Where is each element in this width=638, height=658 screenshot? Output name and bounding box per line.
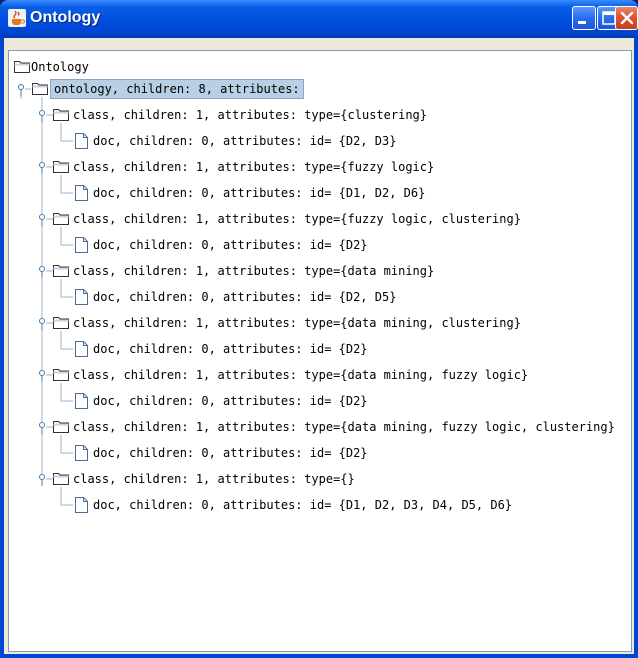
doc-node-label: doc, children: 0, attributes: id= {D2}	[93, 238, 368, 252]
close-button[interactable]	[615, 6, 638, 30]
tree-root-label: Ontology	[31, 60, 89, 74]
tree-doc-row[interactable]: doc, children: 0, attributes: id= {D2}	[9, 235, 629, 255]
folder-icon	[53, 109, 69, 121]
window-title: Ontology	[30, 9, 101, 26]
expand-handle-icon[interactable]	[38, 265, 48, 279]
folder-icon	[32, 83, 48, 95]
document-icon	[75, 445, 88, 461]
title-bar[interactable]: Ontology	[0, 0, 638, 38]
class-node-label: class, children: 1, attributes: type={da…	[73, 264, 435, 278]
folder-icon	[53, 369, 69, 381]
document-icon	[75, 289, 88, 305]
java-coffee-icon	[8, 9, 26, 27]
tree-doc-row[interactable]: doc, children: 0, attributes: id= {D2, D…	[9, 287, 629, 307]
folder-icon	[53, 317, 69, 329]
doc-node-label: doc, children: 0, attributes: id= {D1, D…	[93, 186, 426, 200]
tree-class-row[interactable]: class, children: 1, attributes: type={da…	[9, 417, 629, 437]
expand-handle-icon[interactable]	[38, 213, 48, 227]
doc-node-label: doc, children: 0, attributes: id= {D1, D…	[93, 498, 513, 512]
folder-icon	[53, 473, 69, 485]
document-icon	[75, 237, 88, 253]
tree-root-row[interactable]: Ontology	[9, 57, 629, 77]
ontology-tree[interactable]: Ontology ontology, children: 8, attribut…	[9, 51, 631, 651]
tree-class-row[interactable]: class, children: 1, attributes: type={da…	[9, 261, 629, 281]
document-icon	[75, 341, 88, 357]
expand-handle-icon[interactable]	[38, 161, 48, 175]
class-node-label: class, children: 1, attributes: type={da…	[73, 420, 615, 434]
expand-handle-icon[interactable]	[38, 473, 48, 487]
folder-icon	[53, 213, 69, 225]
document-icon	[75, 393, 88, 409]
expand-handle-icon[interactable]	[38, 369, 48, 383]
tree-class-row[interactable]: class, children: 1, attributes: type={cl…	[9, 105, 629, 125]
folder-icon	[14, 61, 30, 73]
ontology-window: Ontology Ontology ontology, children: 8,…	[0, 0, 638, 658]
close-icon	[620, 11, 634, 25]
doc-node-label: doc, children: 0, attributes: id= {D2}	[93, 446, 368, 460]
doc-node-label: doc, children: 0, attributes: id= {D2, D…	[93, 134, 397, 148]
class-node-label: class, children: 1, attributes: type={da…	[73, 368, 529, 382]
class-node-label: class, children: 1, attributes: type={cl…	[73, 108, 428, 122]
class-node-label: class, children: 1, attributes: type={da…	[73, 316, 521, 330]
class-node-label: class, children: 1, attributes: type={fu…	[73, 160, 435, 174]
tree-doc-row[interactable]: doc, children: 0, attributes: id= {D1, D…	[9, 183, 629, 203]
minimize-button[interactable]	[572, 6, 596, 30]
tree-doc-row[interactable]: doc, children: 0, attributes: id= {D2}	[9, 443, 629, 463]
doc-node-label: doc, children: 0, attributes: id= {D2, D…	[93, 290, 397, 304]
expand-handle-icon[interactable]	[38, 421, 48, 435]
document-icon	[75, 133, 88, 149]
ontology-node-label: ontology, children: 8, attributes:	[50, 79, 304, 99]
expand-handle-icon[interactable]	[38, 109, 48, 123]
folder-icon	[53, 421, 69, 433]
tree-ontology-row[interactable]: ontology, children: 8, attributes:	[9, 79, 629, 99]
tree-doc-row[interactable]: doc, children: 0, attributes: id= {D2}	[9, 391, 629, 411]
tree-doc-row[interactable]: doc, children: 0, attributes: id= {D2}	[9, 339, 629, 359]
tree-class-row[interactable]: class, children: 1, attributes: type={da…	[9, 365, 629, 385]
doc-node-label: doc, children: 0, attributes: id= {D2}	[93, 342, 368, 356]
tree-class-row[interactable]: class, children: 1, attributes: type={}	[9, 469, 629, 489]
tree-class-row[interactable]: class, children: 1, attributes: type={fu…	[9, 157, 629, 177]
tree-class-row[interactable]: class, children: 1, attributes: type={fu…	[9, 209, 629, 229]
minimize-icon	[578, 21, 586, 24]
class-node-label: class, children: 1, attributes: type={fu…	[73, 212, 521, 226]
tree-class-row[interactable]: class, children: 1, attributes: type={da…	[9, 313, 629, 333]
document-icon	[75, 497, 88, 513]
class-node-label: class, children: 1, attributes: type={}	[73, 472, 355, 486]
expand-handle-icon[interactable]	[17, 83, 27, 97]
document-icon	[75, 185, 88, 201]
folder-icon	[53, 265, 69, 277]
tree-doc-row[interactable]: doc, children: 0, attributes: id= {D1, D…	[9, 495, 629, 515]
doc-node-label: doc, children: 0, attributes: id= {D2}	[93, 394, 368, 408]
tree-scroll-pane[interactable]: Ontology ontology, children: 8, attribut…	[8, 50, 632, 652]
folder-icon	[53, 161, 69, 173]
expand-handle-icon[interactable]	[38, 317, 48, 331]
tree-doc-row[interactable]: doc, children: 0, attributes: id= {D2, D…	[9, 131, 629, 151]
